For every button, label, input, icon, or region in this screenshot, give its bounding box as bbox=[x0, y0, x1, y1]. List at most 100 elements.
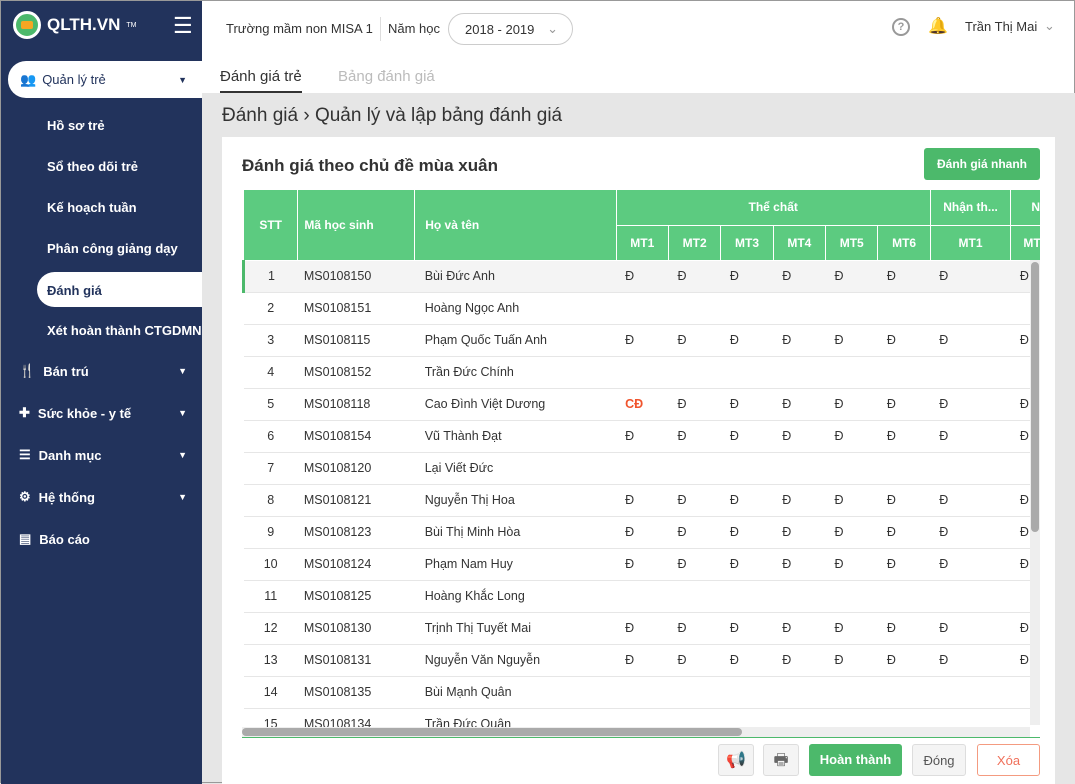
cell-grade[interactable] bbox=[616, 580, 669, 613]
cell-grade[interactable]: Đ bbox=[877, 516, 931, 549]
cell-grade[interactable]: Đ bbox=[930, 484, 1011, 517]
cell-grade[interactable]: Đ bbox=[825, 516, 878, 549]
cell-grade[interactable] bbox=[773, 292, 826, 325]
cell-grade[interactable] bbox=[930, 356, 1011, 389]
cell-grade[interactable] bbox=[720, 356, 774, 389]
cell-grade[interactable]: Đ bbox=[773, 260, 826, 293]
cell-grade[interactable]: Đ bbox=[930, 388, 1011, 421]
table-row[interactable]: 6 MS0108154 Vũ Thành Đạt Đ Đ Đ Đ Đ Đ Đ Đ bbox=[243, 420, 1040, 453]
cell-grade[interactable]: Đ bbox=[825, 612, 878, 645]
cell-grade[interactable] bbox=[720, 452, 774, 485]
close-button[interactable]: Đóng bbox=[912, 744, 966, 776]
cell-grade[interactable]: Đ bbox=[668, 324, 721, 357]
sidebar-subitem[interactable]: Phân công giảng dạy bbox=[47, 241, 178, 256]
cell-grade[interactable] bbox=[668, 580, 721, 613]
cell-grade[interactable]: Đ bbox=[616, 516, 669, 549]
cell-grade[interactable] bbox=[825, 292, 878, 325]
cell-grade[interactable]: Đ bbox=[720, 388, 774, 421]
cell-grade[interactable]: Đ bbox=[930, 516, 1011, 549]
cell-grade[interactable]: Đ bbox=[825, 420, 878, 453]
cell-grade[interactable]: Đ bbox=[668, 420, 721, 453]
cell-grade[interactable]: CĐ bbox=[616, 388, 669, 421]
cell-grade[interactable]: Đ bbox=[616, 644, 669, 677]
cell-grade[interactable]: Đ bbox=[668, 548, 721, 581]
cell-grade[interactable] bbox=[877, 452, 931, 485]
cell-grade[interactable] bbox=[720, 580, 774, 613]
cell-grade[interactable]: Đ bbox=[668, 612, 721, 645]
cell-grade[interactable]: Đ bbox=[825, 260, 878, 293]
cell-grade[interactable]: Đ bbox=[720, 612, 774, 645]
tab-danh-gia-tre[interactable]: Đánh giá trẻ bbox=[220, 68, 302, 93]
table-row[interactable]: 13 MS0108131 Nguyễn Văn Nguyễn Đ Đ Đ Đ Đ Đ Đ Đ bbox=[243, 644, 1040, 677]
delete-button[interactable]: Xóa bbox=[977, 744, 1040, 776]
cell-grade[interactable] bbox=[877, 292, 931, 325]
cell-grade[interactable] bbox=[930, 676, 1011, 709]
sidebar-subitem[interactable]: Đánh giá bbox=[37, 272, 202, 307]
chevron-down-icon[interactable]: ⌄ bbox=[1044, 18, 1055, 34]
user-menu[interactable]: Trần Thị Mai bbox=[965, 19, 1037, 34]
cell-grade[interactable]: Đ bbox=[877, 388, 931, 421]
cell-grade[interactable]: Đ bbox=[773, 516, 826, 549]
sidebar-group[interactable]: ▤ Báo cáo bbox=[19, 531, 202, 547]
complete-button[interactable]: Hoàn thành bbox=[809, 744, 902, 776]
table-row[interactable]: 7 MS0108120 Lại Viết Đức bbox=[243, 452, 1040, 485]
tab-bang-danh-gia[interactable]: Bảng đánh giá bbox=[338, 68, 435, 85]
cell-grade[interactable]: Đ bbox=[720, 420, 774, 453]
cell-grade[interactable] bbox=[825, 452, 878, 485]
cell-grade[interactable]: Đ bbox=[616, 484, 669, 517]
cell-grade[interactable]: Đ bbox=[825, 324, 878, 357]
cell-grade[interactable] bbox=[773, 676, 826, 709]
cell-grade[interactable] bbox=[877, 676, 931, 709]
cell-grade[interactable]: Đ bbox=[930, 324, 1011, 357]
cell-grade[interactable]: Đ bbox=[825, 484, 878, 517]
table-row[interactable]: 3 MS0108115 Phạm Quốc Tuấn Anh Đ Đ Đ Đ Đ Đ Đ Đ bbox=[243, 324, 1040, 357]
table-row[interactable]: 12 MS0108130 Trịnh Thị Tuyết Mai Đ Đ Đ Đ Đ Đ Đ Đ bbox=[243, 612, 1040, 645]
cell-grade[interactable]: Đ bbox=[616, 260, 669, 293]
sidebar-group[interactable]: ✚ Sức khỏe - y tế ▼ bbox=[19, 405, 202, 421]
announce-button[interactable]: 📢 bbox=[718, 744, 754, 776]
cell-grade[interactable] bbox=[720, 676, 774, 709]
cell-grade[interactable]: Đ bbox=[825, 644, 878, 677]
page-scrollbar[interactable] bbox=[1055, 93, 1075, 784]
cell-grade[interactable]: Đ bbox=[930, 260, 1011, 293]
school-year-select[interactable]: 2018 - 2019 ⌄ bbox=[448, 13, 573, 45]
cell-grade[interactable]: Đ bbox=[773, 420, 826, 453]
bell-icon[interactable]: 🔔 bbox=[928, 16, 948, 36]
table-row[interactable]: 5 MS0108118 Cao Đình Việt Dương CĐ Đ Đ Đ Đ Đ Đ Đ bbox=[243, 388, 1040, 421]
cell-grade[interactable]: Đ bbox=[668, 388, 721, 421]
cell-grade[interactable]: Đ bbox=[773, 548, 826, 581]
cell-grade[interactable]: Đ bbox=[616, 324, 669, 357]
cell-grade[interactable]: Đ bbox=[773, 612, 826, 645]
cell-grade[interactable]: Đ bbox=[877, 644, 931, 677]
cell-grade[interactable]: Đ bbox=[720, 324, 774, 357]
cell-grade[interactable]: Đ bbox=[720, 484, 774, 517]
cell-grade[interactable]: Đ bbox=[877, 324, 931, 357]
cell-grade[interactable]: Đ bbox=[877, 484, 931, 517]
cell-grade[interactable]: Đ bbox=[668, 644, 721, 677]
cell-grade[interactable] bbox=[668, 452, 721, 485]
table-row[interactable]: 2 MS0108151 Hoàng Ngọc Anh bbox=[243, 292, 1040, 325]
cell-grade[interactable] bbox=[877, 580, 931, 613]
print-button[interactable]: 🖶 bbox=[763, 744, 799, 776]
cell-grade[interactable]: Đ bbox=[825, 388, 878, 421]
cell-grade[interactable]: Đ bbox=[616, 420, 669, 453]
cell-grade[interactable]: Đ bbox=[877, 548, 931, 581]
table-row[interactable]: 4 MS0108152 Trần Đức Chính bbox=[243, 356, 1040, 389]
cell-grade[interactable]: Đ bbox=[720, 260, 774, 293]
cell-grade[interactable] bbox=[668, 292, 721, 325]
cell-grade[interactable] bbox=[616, 676, 669, 709]
cell-grade[interactable] bbox=[616, 292, 669, 325]
cell-grade[interactable] bbox=[825, 356, 878, 389]
cell-grade[interactable] bbox=[773, 452, 826, 485]
table-vertical-scrollbar[interactable] bbox=[1030, 260, 1040, 725]
logo[interactable]: QLTH.VN TM bbox=[13, 11, 136, 39]
cell-grade[interactable]: Đ bbox=[825, 548, 878, 581]
cell-grade[interactable]: Đ bbox=[930, 644, 1011, 677]
cell-grade[interactable] bbox=[773, 580, 826, 613]
cell-grade[interactable]: Đ bbox=[720, 644, 774, 677]
cell-grade[interactable]: Đ bbox=[930, 420, 1011, 453]
quick-evaluate-button[interactable]: Đánh giá nhanh bbox=[924, 148, 1040, 180]
sidebar-group[interactable]: 🍴 Bán trú ▼ bbox=[19, 363, 202, 379]
cell-grade[interactable] bbox=[668, 356, 721, 389]
cell-grade[interactable] bbox=[930, 292, 1011, 325]
